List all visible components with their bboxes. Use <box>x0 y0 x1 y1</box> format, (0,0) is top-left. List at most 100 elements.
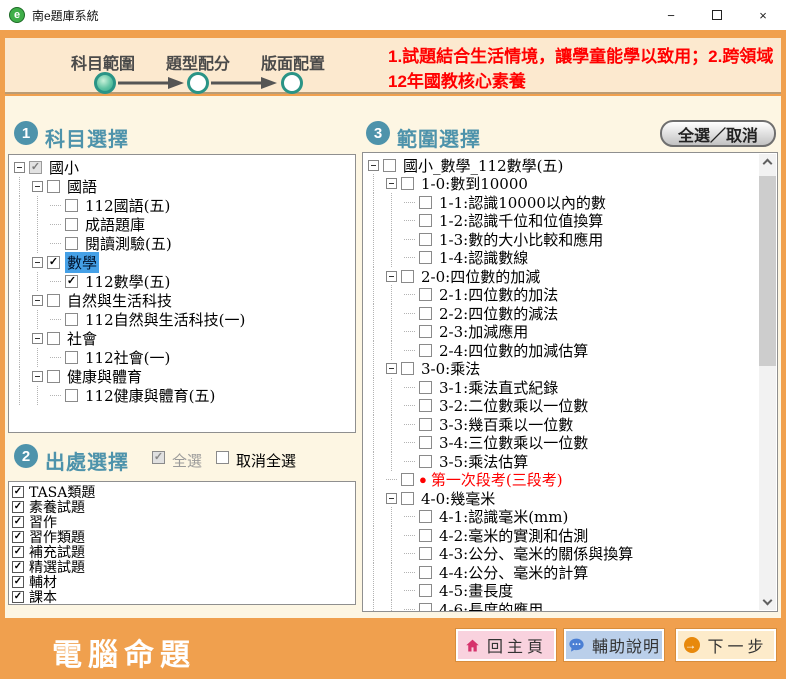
checkbox-unchecked[interactable] <box>419 251 432 264</box>
checkbox-unchecked[interactable] <box>65 199 78 212</box>
checkbox-unchecked[interactable] <box>401 270 414 283</box>
checkbox-unchecked[interactable] <box>419 547 432 560</box>
tree-item[interactable]: 閱讀測驗(五) <box>14 234 355 253</box>
checkbox-unchecked[interactable] <box>401 492 414 505</box>
select-all-toggle-button[interactable]: 全選／取消 <box>660 120 776 147</box>
collapse-icon[interactable] <box>32 333 43 344</box>
tree-item[interactable]: 112數學(五) <box>14 272 355 291</box>
checkbox-unchecked[interactable] <box>47 294 60 307</box>
tree-item[interactable]: 4-1:認識毫米(mm) <box>368 508 760 527</box>
checkbox-unchecked[interactable] <box>65 218 78 231</box>
checkbox-checked[interactable] <box>12 501 24 513</box>
checkbox-unchecked[interactable] <box>419 584 432 597</box>
scrollbar-thumb[interactable] <box>759 176 776 366</box>
tree-item[interactable]: 1-2:認識千位和位值換算 <box>368 212 760 231</box>
checkbox-checked[interactable] <box>12 576 24 588</box>
tree-item[interactable]: 112自然與生活科技(一) <box>14 310 355 329</box>
select-all-checkbox[interactable] <box>152 451 165 464</box>
tree-item[interactable]: 2-4:四位數的加減估算 <box>368 341 760 360</box>
checkbox-checked[interactable] <box>65 275 78 288</box>
checkbox-unchecked[interactable] <box>419 529 432 542</box>
checkbox-unchecked[interactable] <box>419 436 432 449</box>
tree-item[interactable]: 1-1:認識10000以內的數 <box>368 193 760 212</box>
tree-item[interactable]: 3-5:乘法估算 <box>368 452 760 471</box>
checkbox-unchecked[interactable] <box>47 180 60 193</box>
collapse-icon[interactable] <box>32 257 43 268</box>
tree-item[interactable]: 2-0:四位數的加減 <box>368 267 760 286</box>
checkbox-unchecked[interactable] <box>383 159 396 172</box>
checkbox-checked[interactable] <box>12 561 24 573</box>
tree-item[interactable]: 國小 <box>14 158 355 177</box>
tree-item[interactable]: 成語題庫 <box>14 215 355 234</box>
tree-item[interactable]: 數學 <box>14 253 355 272</box>
collapse-icon[interactable] <box>386 363 397 374</box>
collapse-icon[interactable] <box>14 162 25 173</box>
tree-item[interactable]: 4-5:畫長度 <box>368 582 760 601</box>
checkbox-checked[interactable] <box>12 486 24 498</box>
scroll-up-icon[interactable] <box>763 159 773 169</box>
checkbox-checked[interactable] <box>12 591 24 603</box>
checkbox-unchecked[interactable] <box>419 381 432 394</box>
checkbox-unchecked[interactable] <box>419 418 432 431</box>
tree-item[interactable]: 3-0:乘法 <box>368 360 760 379</box>
tree-item[interactable]: 1-4:認識數線 <box>368 249 760 268</box>
close-button[interactable]: × <box>740 0 786 30</box>
checkbox-unchecked[interactable] <box>401 473 414 486</box>
minimize-button[interactable]: − <box>648 0 694 30</box>
checkbox-unchecked[interactable] <box>419 510 432 523</box>
checkbox-partial[interactable] <box>29 161 42 174</box>
checkbox-checked[interactable] <box>12 516 24 528</box>
checkbox-unchecked[interactable] <box>419 566 432 579</box>
tree-item[interactable]: 4-2:毫米的實測和估測 <box>368 526 760 545</box>
checkbox-unchecked[interactable] <box>65 313 78 326</box>
collapse-icon[interactable] <box>368 160 379 171</box>
tree-item[interactable]: 健康與體育 <box>14 367 355 386</box>
checkbox-checked[interactable] <box>12 531 24 543</box>
tree-item[interactable]: 2-1:四位數的加法 <box>368 286 760 305</box>
checkbox-unchecked[interactable] <box>419 214 432 227</box>
tree-item[interactable]: ●第一次段考(三段考) <box>368 471 760 490</box>
tree-item[interactable]: 2-2:四位數的減法 <box>368 304 760 323</box>
maximize-button[interactable] <box>694 0 740 30</box>
checkbox-unchecked[interactable] <box>419 399 432 412</box>
checkbox-unchecked[interactable] <box>419 455 432 468</box>
checkbox-unchecked[interactable] <box>47 332 60 345</box>
source-item[interactable]: 課本 <box>9 589 355 604</box>
tree-item[interactable]: 3-2:二位數乘以一位數 <box>368 397 760 416</box>
checkbox-unchecked[interactable] <box>419 603 432 612</box>
collapse-icon[interactable] <box>32 181 43 192</box>
next-step-button[interactable]: → 下一步 <box>676 629 776 661</box>
scroll-down-icon[interactable] <box>763 596 773 606</box>
tree-item[interactable]: 4-6:長度的應用 <box>368 600 760 612</box>
tree-item[interactable]: 112健康與體育(五) <box>14 386 355 405</box>
tree-item[interactable]: 國語 <box>14 177 355 196</box>
tree-item[interactable]: 社會 <box>14 329 355 348</box>
deselect-all-checkbox[interactable] <box>216 451 229 464</box>
tree-item[interactable]: 2-3:加減應用 <box>368 323 760 342</box>
tree-item[interactable]: 3-4:三位數乘以一位數 <box>368 434 760 453</box>
tree-item[interactable]: 4-3:公分、毫米的關係與換算 <box>368 545 760 564</box>
tree-item[interactable]: 自然與生活科技 <box>14 291 355 310</box>
tree-item[interactable]: 國小_數學_112數學(五) <box>368 156 760 175</box>
tree-item[interactable]: 1-0:數到10000 <box>368 175 760 194</box>
checkbox-unchecked[interactable] <box>65 389 78 402</box>
checkbox-unchecked[interactable] <box>47 370 60 383</box>
tree-item[interactable]: 4-4:公分、毫米的計算 <box>368 563 760 582</box>
source-item[interactable]: 素養試題 <box>9 499 355 514</box>
home-button[interactable]: 回主頁 <box>456 629 556 661</box>
collapse-icon[interactable] <box>32 295 43 306</box>
checkbox-checked[interactable] <box>47 256 60 269</box>
tree-item[interactable]: 4-0:幾毫米 <box>368 489 760 508</box>
tree-item[interactable]: 1-3:數的大小比較和應用 <box>368 230 760 249</box>
collapse-icon[interactable] <box>386 178 397 189</box>
checkbox-unchecked[interactable] <box>419 196 432 209</box>
help-button[interactable]: 輔助說明 <box>564 629 664 661</box>
scrollbar[interactable] <box>759 154 776 610</box>
checkbox-unchecked[interactable] <box>401 177 414 190</box>
tree-item[interactable]: 112國語(五) <box>14 196 355 215</box>
checkbox-unchecked[interactable] <box>419 325 432 338</box>
checkbox-unchecked[interactable] <box>401 362 414 375</box>
checkbox-unchecked[interactable] <box>419 233 432 246</box>
tree-item[interactable]: 3-1:乘法直式紀錄 <box>368 378 760 397</box>
checkbox-unchecked[interactable] <box>65 237 78 250</box>
